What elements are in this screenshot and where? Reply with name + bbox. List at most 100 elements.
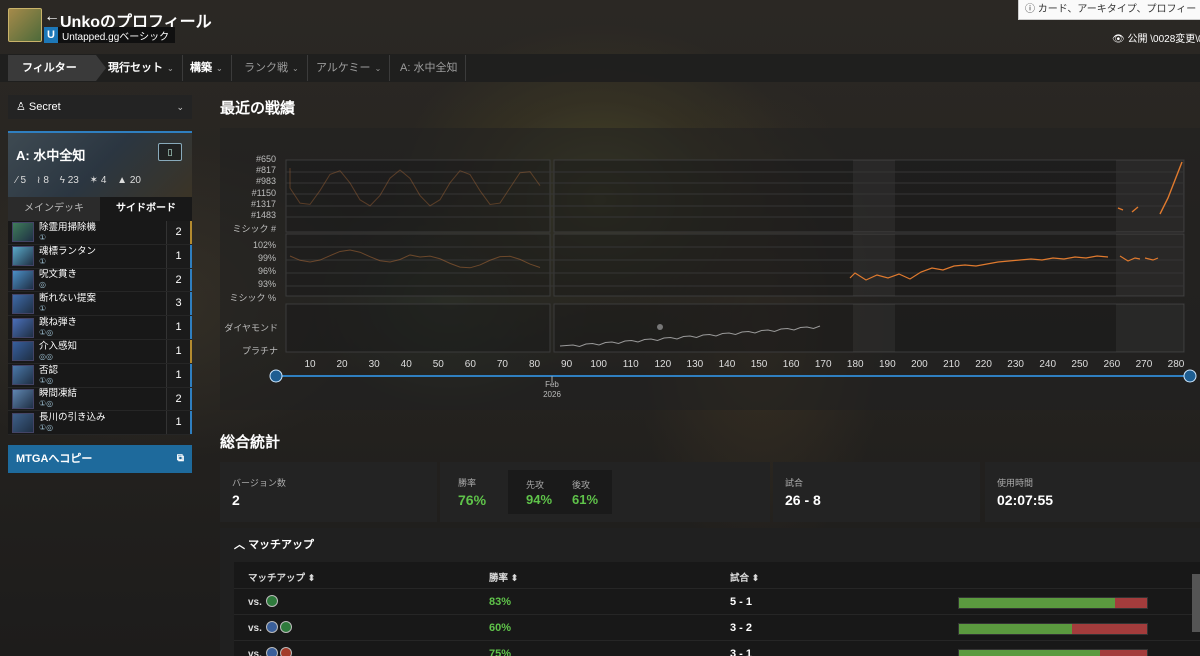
x-tick-label: 70 [497, 359, 509, 370]
versions-value: 2 [232, 492, 240, 508]
filter-chip[interactable]: 構築 ⌄ [182, 55, 232, 81]
playtime-label: 使用時間 [997, 478, 1034, 488]
visibility-toggle[interactable]: 👁 公開 \0028変更\0 [1112, 30, 1200, 45]
winrate-bar [958, 623, 1148, 635]
chart-canvas: 10 20 30 40 50 60 70 80 90 100 110 120 130 140 150 160 1… [269, 159, 1197, 399]
card-row[interactable]: 除霊用掃除機 ① 2 [8, 221, 192, 245]
deck-tabs: メインデッキ サイドボード [8, 197, 192, 221]
x-tick-label: 110 [623, 359, 639, 370]
chevron-down-icon: ⌄ [167, 64, 174, 73]
vs-label: vs. [248, 623, 262, 634]
col-winrate[interactable]: 勝率 ⬍ [489, 570, 519, 584]
back-arrow-icon[interactable]: ← [44, 8, 60, 26]
filter-chip[interactable]: ランク戦 ⌄ [236, 55, 308, 81]
card-name: 瞬間凍結 ①◎ [39, 388, 78, 409]
recent-results-title: 最近の戦績 [220, 100, 296, 117]
col-games[interactable]: 試合 ⬍ [730, 570, 760, 584]
card-art [12, 317, 34, 338]
x-tick-label: 280 [1168, 359, 1185, 370]
mana-cost: ①◎ [39, 399, 54, 409]
tab-main-deck[interactable]: メインデッキ [8, 197, 100, 221]
card-title: 魂標ランタン [39, 245, 97, 257]
matchup-row[interactable]: vs. 83% 5 - 1 [234, 588, 1200, 614]
filter-chip[interactable]: A: 水中全知 [392, 55, 467, 81]
timeline-handle-right [1183, 369, 1197, 383]
card-title: 介入感知 [39, 340, 78, 352]
card-count: 1 [166, 411, 192, 435]
games-label: 試合 [785, 478, 804, 488]
card-count: 2 [166, 268, 192, 292]
filter-chip[interactable]: 現行セット ⌄ [100, 55, 183, 81]
card-count: 2 [166, 387, 192, 411]
card-name: 否認 ①◎ [39, 365, 58, 385]
untapped-logo-icon: U [44, 27, 58, 43]
avatar[interactable] [8, 8, 42, 42]
card-row[interactable]: 跳ね弾き ①◎ 1 [8, 316, 192, 340]
date-marker-year: 2026 [543, 390, 561, 399]
filter-chip-label: A: 水中全知 [400, 62, 458, 74]
timeline-handle-left [269, 369, 283, 383]
tier-badge[interactable]: U Untapped.ggベーシック [44, 27, 176, 43]
vs-label: vs. [248, 649, 262, 656]
rank-marker [657, 324, 663, 330]
mana-cost: ① [39, 256, 47, 266]
card-row[interactable]: 瞬間凍結 ①◎ 2 [8, 387, 192, 412]
mana-cost: ①◎ [39, 423, 54, 433]
matchup-games: 5 - 1 [730, 596, 753, 608]
chart-panel-left [285, 159, 551, 233]
deck-view-button[interactable]: ▯ [158, 143, 182, 161]
filter-button[interactable]: フィルター [8, 55, 106, 81]
green-mana-icon [266, 595, 278, 607]
matchup-games: 3 - 1 [730, 648, 753, 656]
card-name: 跳ね弾き ①◎ [39, 317, 78, 338]
x-tick-label: 20 [337, 359, 349, 370]
card-title: 瞬間凍結 [39, 388, 78, 400]
x-tick-label: 200 [911, 359, 928, 370]
card-row[interactable]: 魂標ランタン ① 1 [8, 244, 192, 269]
card-row[interactable]: 呪文貫き ◎ 2 [8, 268, 192, 293]
card-name: 断れない提案 ① [39, 294, 96, 314]
copy-to-mtga-button[interactable]: MTGAへコピー ⧉ [8, 445, 192, 474]
matchup-row[interactable]: vs. 60% 3 - 2 [234, 614, 1200, 640]
chart-shade [1116, 160, 1184, 232]
on-play-label: 先攻 [526, 480, 545, 490]
filter-chip-label: 現行セット [108, 62, 163, 74]
chart-shade [853, 234, 895, 296]
copy-button-label: MTGAへコピー [16, 453, 93, 466]
scrollbar[interactable] [1192, 574, 1200, 632]
x-tick-label: 80 [529, 359, 541, 370]
blue-mana-icon [266, 647, 278, 656]
filter-chip-label: アルケミー [316, 62, 371, 74]
versions-label: バージョン数 [232, 478, 286, 488]
chevron-down-icon: ⌄ [374, 64, 382, 73]
card-count: 1 [166, 339, 192, 363]
search-input[interactable]: ⓘ カード、アーキタイプ、プロフィー [1018, 0, 1200, 20]
card-row[interactable]: 長川の引き込み ①◎ 1 [8, 411, 192, 436]
x-tick-label: 50 [433, 359, 445, 370]
on-play-value: 94% [526, 492, 553, 507]
matchup-winrate: 75% [489, 648, 512, 656]
card-name: 魂標ランタン ① [39, 245, 97, 266]
card-row[interactable]: 否認 ①◎ 1 [8, 363, 192, 388]
card-row[interactable]: 断れない提案 ① 3 [8, 292, 192, 317]
x-tick-label: 240 [1039, 359, 1056, 370]
x-tick-label: 130 [687, 359, 704, 370]
card-name: 除霊用掃除機 ① [39, 222, 96, 242]
matchups-toggle[interactable]: ︿ マッチアップ [234, 536, 314, 552]
card-title: 跳ね弾き [39, 317, 78, 329]
chart-shade [1116, 304, 1184, 352]
matchup-row[interactable]: vs. 75% 3 - 1 [234, 640, 1200, 656]
on-draw-value: 61% [572, 492, 599, 507]
col-matchup[interactable]: マッチアップ ⬍ [248, 570, 316, 584]
deck-name: A: 水中全知 [16, 148, 86, 163]
card-count: 1 [166, 316, 192, 339]
x-tick-label: 190 [879, 359, 896, 370]
winrate-label: 勝率 [458, 478, 477, 488]
profile-header: ← Unkoのプロフィール U Untapped.ggベーシック ⓘ カード、ア… [0, 0, 1200, 52]
chevron-up-icon: ︿ [234, 539, 249, 551]
filter-chip[interactable]: アルケミー ⌄ [308, 55, 391, 81]
card-row[interactable]: 介入感知 ◎◎ 1 [8, 339, 192, 364]
tab-sideboard[interactable]: サイドボード [100, 197, 192, 221]
card-count: 1 [166, 363, 192, 387]
deck-select[interactable]: ♙ Secret ⌄ [8, 95, 192, 119]
